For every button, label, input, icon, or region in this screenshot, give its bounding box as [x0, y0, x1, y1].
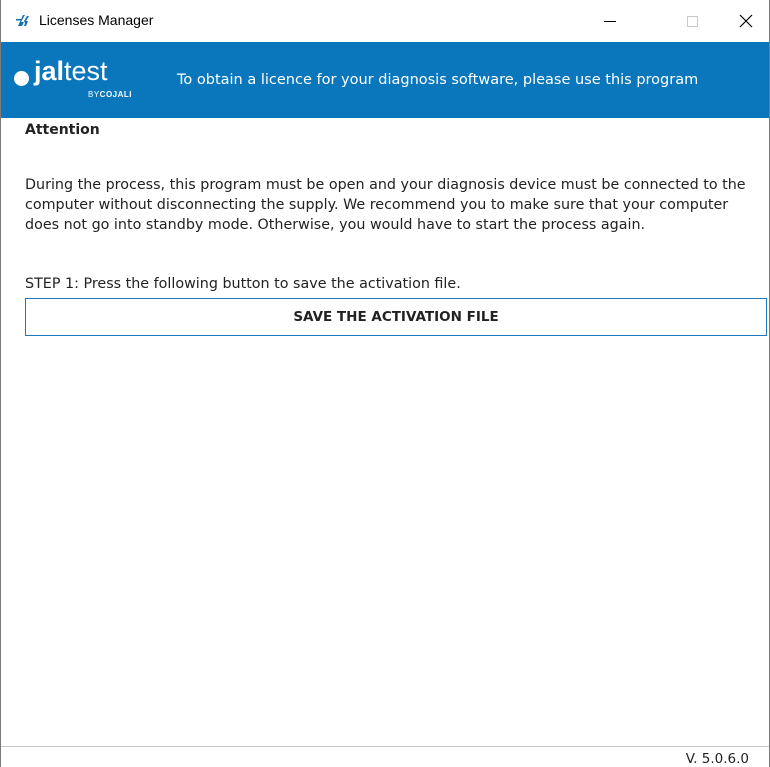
jaltest-app-icon	[16, 15, 29, 26]
attention-paragraph: During the process, this program must be…	[25, 177, 746, 233]
attention-heading: Attention	[25, 122, 100, 138]
step-1-label: STEP 1: Press the following button to sa…	[25, 276, 461, 292]
minimize-icon	[604, 20, 616, 22]
jaltest-logo: jaltest BYCOJALI	[14, 56, 154, 104]
footer-divider	[1, 746, 769, 747]
licenses-manager-window: Licenses Manager jaltest BYCOJALI To obt…	[0, 0, 770, 767]
logo-wordmark: jaltest	[34, 56, 108, 86]
save-activation-file-button[interactable]: SAVE THE ACTIVATION FILE	[25, 298, 767, 336]
title-bar[interactable]: Licenses Manager	[1, 0, 769, 42]
header-message: To obtain a licence for your diagnosis s…	[177, 72, 699, 88]
logo-byline: BYCOJALI	[88, 90, 133, 99]
logo-dot-icon	[14, 71, 29, 86]
minimize-button[interactable]	[587, 0, 633, 42]
version-label: V. 5.0.6.0	[685, 751, 749, 767]
close-icon	[739, 14, 753, 28]
window-title: Licenses Manager	[39, 12, 154, 28]
maximize-button[interactable]	[669, 0, 715, 42]
maximize-icon	[686, 15, 698, 27]
header-banner: jaltest BYCOJALI To obtain a licence for…	[1, 42, 769, 118]
close-button[interactable]	[723, 0, 769, 42]
